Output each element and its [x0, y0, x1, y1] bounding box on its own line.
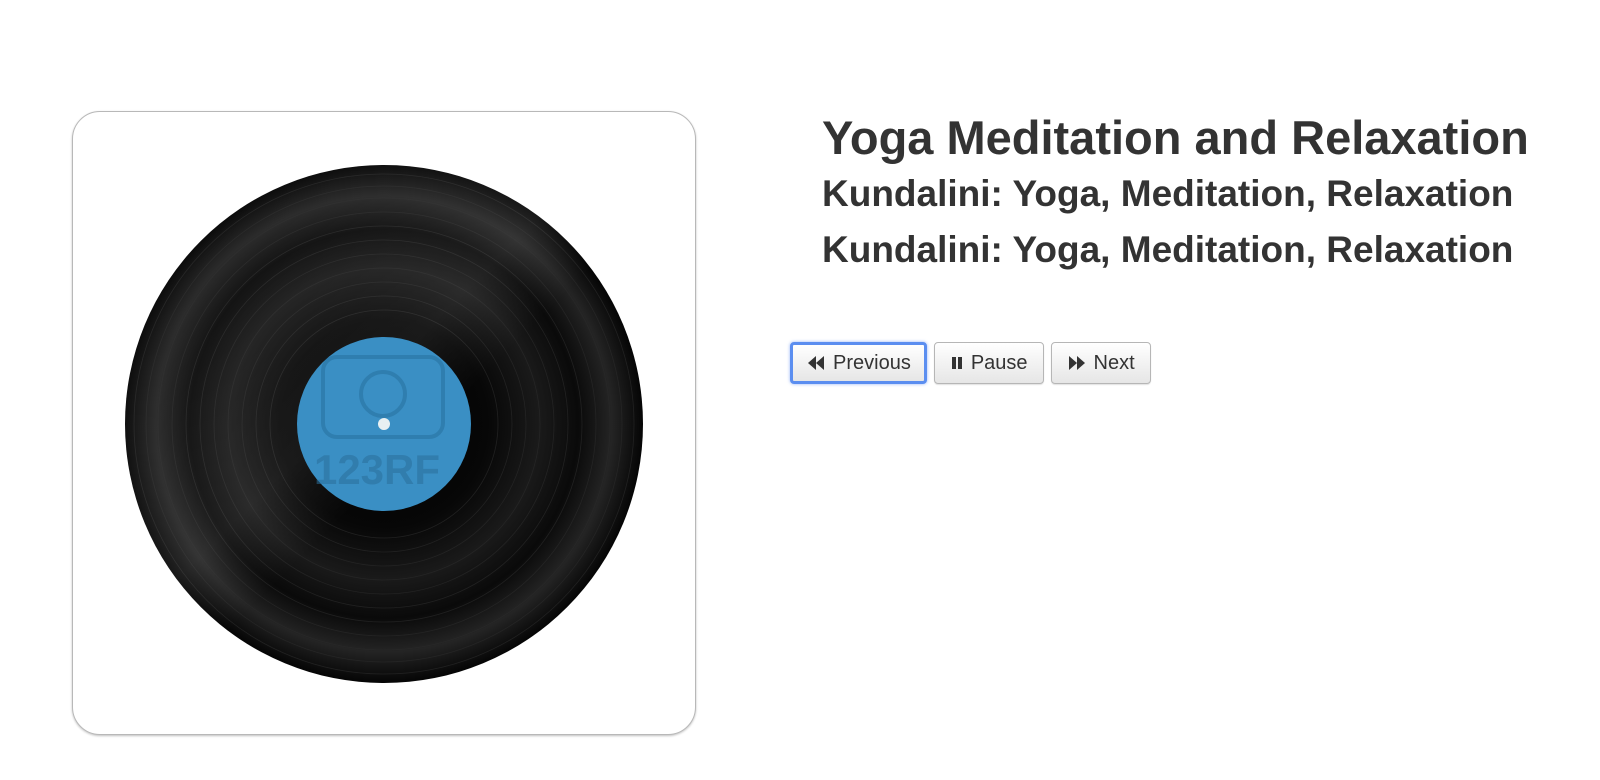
- next-button-label: Next: [1093, 351, 1135, 374]
- track-info: Yoga Meditation and Relaxation Kundalini…: [822, 110, 1582, 278]
- previous-button[interactable]: Previous: [790, 342, 927, 384]
- rewind-icon: [807, 355, 825, 371]
- previous-button-label: Previous: [833, 351, 911, 374]
- fast-forward-icon: [1068, 355, 1086, 371]
- pause-icon: [951, 356, 963, 370]
- music-player-page: 123RF Yoga Meditation and Relaxation Kun…: [0, 0, 1600, 780]
- track-subtitle: Kundalini: Yoga, Meditation, Relaxation: [822, 173, 1514, 214]
- pause-button-label: Pause: [970, 351, 1028, 374]
- vinyl-record-icon: 123RF: [125, 165, 643, 683]
- watermark-text: 123RF: [314, 446, 440, 493]
- album-artwork: 123RF: [72, 111, 696, 735]
- album-title: Yoga Meditation and Relaxation: [822, 111, 1529, 164]
- pause-button[interactable]: Pause: [933, 342, 1044, 384]
- next-button[interactable]: Next: [1050, 342, 1151, 384]
- playback-controls: Previous Pause Next: [790, 342, 1151, 384]
- track-subtitle-secondary: Kundalini: Yoga, Meditation, Relaxation: [822, 229, 1514, 270]
